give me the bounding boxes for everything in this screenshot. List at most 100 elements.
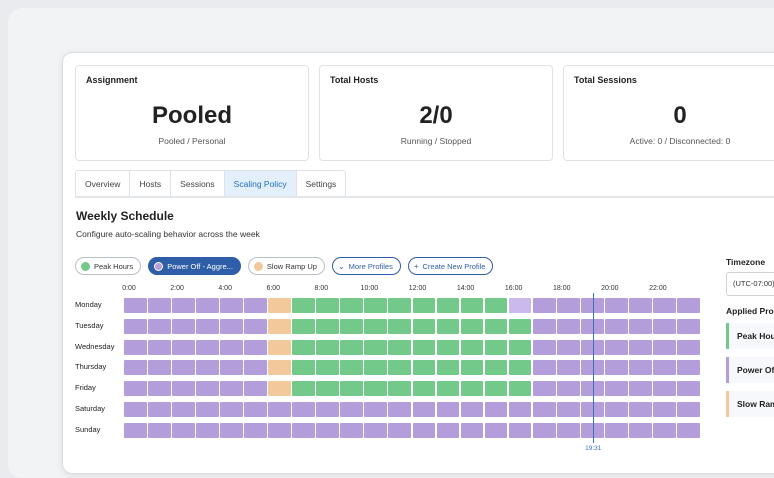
chip-slow-ramp-up[interactable]: Slow Ramp Up xyxy=(247,257,325,275)
schedule-cell[interactable] xyxy=(484,402,508,417)
schedule-cell[interactable] xyxy=(172,422,195,438)
schedule-cell[interactable] xyxy=(340,339,364,355)
schedule-cell[interactable] xyxy=(388,422,412,438)
schedule-cell[interactable] xyxy=(556,318,580,334)
schedule-cell[interactable] xyxy=(412,422,436,438)
schedule-cell[interactable] xyxy=(532,360,556,376)
schedule-cell[interactable] xyxy=(340,318,364,334)
schedule-cell[interactable] xyxy=(388,381,412,397)
schedule-cell[interactable] xyxy=(316,298,340,313)
schedule-cell[interactable] xyxy=(652,360,676,376)
schedule-cell[interactable] xyxy=(340,298,364,313)
schedule-cell[interactable] xyxy=(340,402,364,417)
schedule-cell[interactable] xyxy=(508,402,532,417)
schedule-cell[interactable] xyxy=(388,402,412,417)
schedule-cell[interactable] xyxy=(172,402,195,417)
schedule-cell[interactable] xyxy=(508,381,532,397)
schedule-cell[interactable] xyxy=(460,318,484,334)
schedule-cell[interactable] xyxy=(124,402,147,417)
schedule-cell[interactable] xyxy=(436,360,460,376)
schedule-cell[interactable] xyxy=(148,360,171,376)
more-profiles-button[interactable]: ⌄ More Profiles xyxy=(331,257,401,275)
tab-hosts[interactable]: Hosts xyxy=(130,171,172,197)
schedule-cell[interactable] xyxy=(580,381,604,397)
schedule-cell[interactable] xyxy=(436,381,460,397)
schedule-cell[interactable] xyxy=(244,360,268,376)
schedule-cell[interactable] xyxy=(220,339,243,355)
schedule-cell[interactable] xyxy=(364,339,388,355)
schedule-cell[interactable] xyxy=(220,318,243,334)
tab-sessions[interactable]: Sessions xyxy=(171,171,225,197)
applied-profile-item[interactable]: Power Off xyxy=(726,357,774,383)
schedule-cell[interactable] xyxy=(172,381,195,397)
schedule-cell[interactable] xyxy=(148,381,171,397)
schedule-cell[interactable] xyxy=(364,402,388,417)
schedule-cell[interactable] xyxy=(604,381,628,397)
schedule-cell[interactable] xyxy=(604,298,628,313)
schedule-cell[interactable] xyxy=(196,339,219,355)
schedule-cell[interactable] xyxy=(364,360,388,376)
schedule-cell[interactable] xyxy=(172,298,195,313)
schedule-cell[interactable] xyxy=(292,339,316,355)
schedule-cell[interactable] xyxy=(388,339,412,355)
schedule-cell[interactable] xyxy=(412,381,436,397)
schedule-cell[interactable] xyxy=(652,298,676,313)
schedule-cell[interactable] xyxy=(124,318,147,334)
schedule-cell[interactable] xyxy=(484,381,508,397)
schedule-cell[interactable] xyxy=(460,339,484,355)
applied-profile-item[interactable]: Slow Ramp xyxy=(726,391,774,417)
schedule-cell[interactable] xyxy=(652,402,676,417)
schedule-cell[interactable] xyxy=(268,402,292,417)
tab-overview[interactable]: Overview xyxy=(76,171,131,197)
schedule-cell[interactable] xyxy=(268,339,292,355)
schedule-cell[interactable] xyxy=(364,298,388,313)
tab-scaling-policy[interactable]: Scaling Policy xyxy=(224,171,297,197)
schedule-cell[interactable] xyxy=(196,318,219,334)
schedule-cell[interactable] xyxy=(388,318,412,334)
schedule-cell[interactable] xyxy=(196,422,219,438)
schedule-cell[interactable] xyxy=(508,422,532,438)
schedule-cell[interactable] xyxy=(652,381,676,397)
schedule-cell[interactable] xyxy=(292,402,316,417)
schedule-cell[interactable] xyxy=(484,360,508,376)
schedule-cell[interactable] xyxy=(532,381,556,397)
schedule-cell[interactable] xyxy=(436,422,460,438)
schedule-cell[interactable] xyxy=(292,381,316,397)
tab-settings[interactable]: Settings xyxy=(297,171,346,197)
schedule-cell[interactable] xyxy=(580,318,604,334)
schedule-cell[interactable] xyxy=(244,318,268,334)
schedule-cell[interactable] xyxy=(604,318,628,334)
schedule-cell[interactable] xyxy=(220,381,243,397)
schedule-cell[interactable] xyxy=(508,360,532,376)
schedule-cell[interactable] xyxy=(292,298,316,313)
schedule-cell[interactable] xyxy=(508,318,532,334)
schedule-cell[interactable] xyxy=(628,318,652,334)
schedule-cell[interactable] xyxy=(460,402,484,417)
schedule-cell[interactable] xyxy=(412,402,436,417)
schedule-cell[interactable] xyxy=(364,381,388,397)
schedule-cell[interactable] xyxy=(124,298,147,313)
schedule-cell[interactable] xyxy=(292,360,316,376)
schedule-cell[interactable] xyxy=(580,339,604,355)
chip-peak-hours[interactable]: Peak Hours xyxy=(75,257,142,275)
schedule-cell[interactable] xyxy=(268,318,292,334)
schedule-cell[interactable] xyxy=(388,360,412,376)
schedule-cell[interactable] xyxy=(220,360,243,376)
schedule-cell[interactable] xyxy=(412,339,436,355)
schedule-cell[interactable] xyxy=(196,360,219,376)
schedule-cell[interactable] xyxy=(436,339,460,355)
schedule-cell[interactable] xyxy=(628,422,652,438)
schedule-cell[interactable] xyxy=(580,298,604,313)
schedule-cell[interactable] xyxy=(292,422,316,438)
schedule-cell[interactable] xyxy=(484,318,508,334)
schedule-cell[interactable] xyxy=(484,298,508,313)
schedule-cell[interactable] xyxy=(412,298,436,313)
schedule-cell[interactable] xyxy=(508,298,532,313)
schedule-cell[interactable] xyxy=(652,318,676,334)
schedule-cell[interactable] xyxy=(172,318,195,334)
schedule-cell[interactable] xyxy=(340,422,364,438)
schedule-cell[interactable] xyxy=(460,381,484,397)
schedule-cell[interactable] xyxy=(436,318,460,334)
schedule-cell[interactable] xyxy=(652,339,676,355)
schedule-cell[interactable] xyxy=(676,381,700,397)
